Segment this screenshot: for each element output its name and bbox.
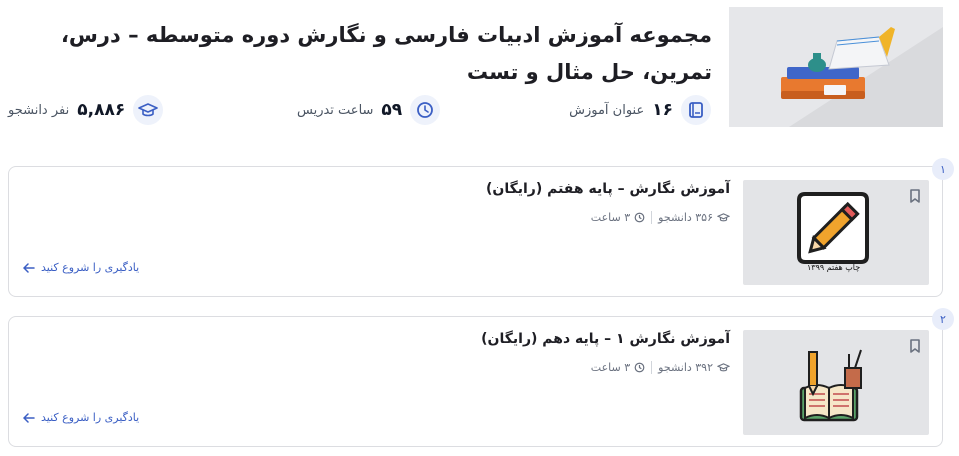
lesson-duration: ۳ ساعت bbox=[591, 211, 645, 224]
lesson-title[interactable]: آموزش نگارش ۱ – پایه دهم (رایگان) bbox=[481, 331, 730, 347]
bookmark-icon[interactable] bbox=[908, 188, 922, 204]
open-book-stationery-illustration bbox=[799, 349, 862, 422]
arrow-left-icon bbox=[23, 412, 35, 423]
lesson-students: ۳۵۶ دانشجو bbox=[658, 211, 730, 224]
lesson-card[interactable]: چاپ هفتم ۱۳۹۹ آموزش نگارش – پایه هفتم (ر… bbox=[8, 166, 943, 297]
stat-lessons-label: عنوان آموزش bbox=[569, 102, 645, 118]
lesson-students: ۳۹۲ دانشجو bbox=[658, 361, 730, 374]
stat-students: ۵,۸۸۶ نفر دانشجو bbox=[8, 94, 164, 126]
lesson-meta: ۳۹۲ دانشجو ۳ ساعت bbox=[591, 361, 730, 374]
graduation-cap-icon bbox=[717, 213, 730, 222]
clock-icon bbox=[634, 212, 645, 223]
stat-lessons-value: ۱۶ bbox=[652, 100, 673, 120]
bookmark-icon[interactable] bbox=[908, 338, 922, 354]
lesson-meta: ۳۵۶ دانشجو ۳ ساعت bbox=[591, 211, 730, 224]
stat-hours-value: ۵۹ bbox=[381, 100, 403, 120]
lesson-duration-text: ۳ ساعت bbox=[590, 211, 631, 224]
course-title: مجموعه آموزش ادبیات فارسی و نگارش دوره م… bbox=[60, 23, 712, 84]
stat-hours-label: ساعت تدریس bbox=[297, 102, 374, 118]
stat-lessons: ۱۶ عنوان آموزش bbox=[569, 94, 711, 126]
lesson-students-text: ۳۵۶ دانشجو bbox=[658, 211, 713, 224]
start-learning-label: یادگیری را شروع کنید bbox=[41, 261, 140, 274]
start-learning-label: یادگیری را شروع کنید bbox=[41, 411, 140, 424]
lesson-index-badge: ۱ bbox=[932, 158, 954, 180]
clock-icon bbox=[634, 362, 645, 373]
lesson-thumbnail[interactable] bbox=[743, 330, 929, 435]
lesson-thumbnail[interactable]: چاپ هفتم ۱۳۹۹ bbox=[743, 180, 929, 285]
clock-icon bbox=[410, 95, 441, 125]
start-learning-link[interactable]: یادگیری را شروع کنید bbox=[23, 411, 139, 424]
book-icon bbox=[681, 95, 711, 125]
lesson-duration: ۳ ساعت bbox=[591, 361, 645, 374]
arrow-left-icon bbox=[23, 262, 35, 273]
start-learning-link[interactable]: یادگیری را شروع کنید bbox=[23, 261, 139, 274]
graduation-cap-icon bbox=[717, 363, 730, 372]
stat-students-value: ۵,۸۸۶ bbox=[77, 100, 126, 120]
divider bbox=[651, 211, 653, 224]
book-inkpot-quill-illustration bbox=[781, 27, 943, 127]
graduation-cap-icon bbox=[133, 95, 164, 125]
lesson-index-badge: ۲ bbox=[932, 308, 954, 330]
lesson-students-text: ۳۹۲ دانشجو bbox=[658, 361, 713, 374]
thumbnail-caption: چاپ هفتم ۱۳۹۹ bbox=[807, 263, 861, 272]
divider bbox=[651, 361, 653, 374]
stat-students-label: نفر دانشجو bbox=[8, 102, 70, 118]
lesson-duration-text: ۳ ساعت bbox=[590, 361, 631, 374]
stat-hours: ۵۹ ساعت تدریس bbox=[297, 94, 441, 126]
lesson-card[interactable]: آموزش نگارش ۱ – پایه دهم (رایگان) ۳۹۲ دا… bbox=[8, 316, 943, 447]
lesson-title[interactable]: آموزش نگارش – پایه هفتم (رایگان) bbox=[486, 181, 730, 197]
course-cover-image bbox=[729, 7, 943, 127]
